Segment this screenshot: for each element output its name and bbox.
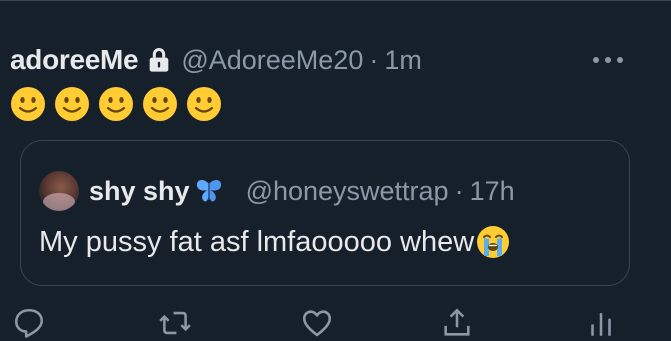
top-divider — [0, 0, 671, 1]
quoted-tweet-timestamp[interactable]: 17h — [470, 176, 515, 207]
tweet-action-bar — [0, 298, 671, 341]
quoted-tweet-text: My pussy fat asf lmfaooooo whew — [39, 225, 510, 259]
like-icon[interactable] — [300, 306, 334, 340]
reply-icon[interactable] — [12, 306, 46, 340]
slightly-smiling-face-icon — [11, 87, 45, 121]
quoted-tweet-card[interactable]: shy shy @honeyswettrap · 17h My pussy fa… — [20, 140, 630, 286]
slightly-smiling-face-icon — [143, 87, 177, 121]
quoted-tweet-text-label: My pussy fat asf lmfaooooo whew — [39, 225, 475, 258]
separator-dot: · — [454, 175, 464, 206]
tweet-timestamp[interactable]: 1m — [384, 45, 422, 76]
quoted-author-handle[interactable]: @honeyswettrap — [246, 176, 449, 207]
share-icon[interactable] — [440, 306, 474, 340]
avatar[interactable] — [39, 171, 79, 211]
slightly-smiling-face-icon — [187, 87, 221, 121]
quoted-tweet-header: shy shy @honeyswettrap · 17h — [39, 171, 515, 211]
retweet-icon[interactable] — [158, 306, 192, 340]
butterfly-icon — [196, 180, 221, 202]
slightly-smiling-face-icon — [99, 87, 133, 121]
tweet-text — [10, 86, 222, 122]
analytics-icon[interactable] — [584, 306, 618, 340]
quoted-author-display-name[interactable]: shy shy — [89, 176, 190, 207]
author-display-name[interactable]: adoreeMe — [10, 44, 139, 76]
more-options-icon[interactable] — [588, 53, 628, 67]
loudly-crying-face-icon — [477, 226, 510, 258]
separator-dot: · — [369, 44, 379, 75]
author-handle[interactable]: @AdoreeMe20 — [181, 45, 363, 76]
slightly-smiling-face-icon — [55, 87, 89, 121]
lock-icon — [149, 48, 169, 72]
tweet-header: adoreeMe @AdoreeMe20 · 1m — [10, 40, 422, 80]
